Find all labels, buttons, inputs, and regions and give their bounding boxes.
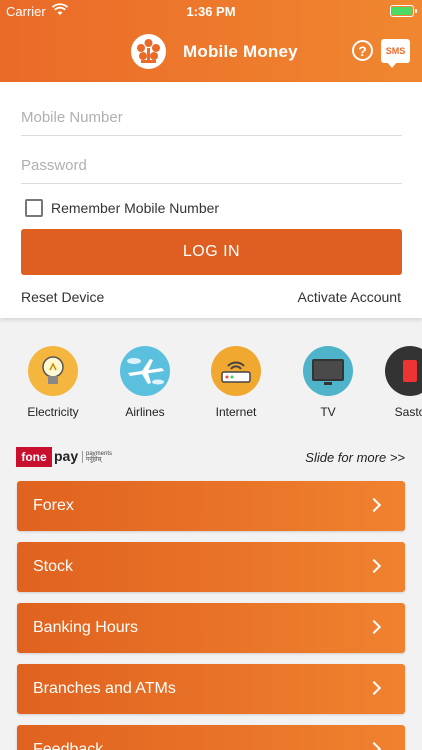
service-sasto[interactable]: Sasto [370, 346, 422, 419]
reset-device-link[interactable]: Reset Device [21, 289, 104, 305]
chevron-right-icon [366, 497, 382, 513]
lightbulb-icon [28, 346, 78, 396]
fonepay-brand-right: pay [54, 448, 79, 464]
menu-label: Feedback [33, 741, 104, 750]
menu-label: Branches and ATMs [33, 680, 176, 697]
fonepay-brand-left: fone [16, 447, 52, 467]
service-label: Sasto [394, 405, 422, 419]
service-label: Internet [215, 405, 257, 419]
battery-icon [390, 5, 417, 17]
menu-label: Banking Hours [33, 619, 138, 636]
slide-hint: Slide for more >> [305, 450, 405, 465]
service-internet[interactable]: Internet [196, 346, 276, 419]
service-tv[interactable]: TV [288, 346, 368, 419]
chevron-right-icon [366, 741, 382, 750]
router-icon [211, 346, 261, 396]
mobile-number-input[interactable] [21, 100, 402, 136]
menu-label: Stock [33, 558, 74, 575]
status-time: 1:36 PM [186, 4, 236, 19]
menu-label: Forex [33, 497, 74, 514]
remember-checkbox[interactable] [25, 199, 43, 217]
sasto-icon [385, 346, 422, 396]
service-label: TV [320, 405, 336, 419]
menu-item-forex[interactable]: Forex [17, 481, 405, 531]
service-label: Electricity [27, 405, 79, 419]
menu-item-stock[interactable]: Stock [17, 542, 405, 592]
login-button[interactable]: LOG IN [21, 229, 402, 275]
app-title: Mobile Money [183, 42, 298, 61]
menu-item-branches-atms[interactable]: Branches and ATMs [17, 664, 405, 714]
chevron-right-icon [366, 680, 382, 696]
activate-account-link[interactable]: Activate Account [297, 289, 401, 305]
menu-item-feedback[interactable]: Feedback [17, 725, 405, 750]
password-input[interactable] [21, 148, 402, 184]
chevron-right-icon [366, 558, 382, 574]
sms-icon[interactable]: SMS [381, 39, 410, 68]
bank-logo-icon [131, 34, 166, 69]
remember-label: Remember Mobile Number [51, 200, 220, 216]
login-card: Remember Mobile Number LOG IN Reset Devi… [0, 82, 422, 318]
airplane-icon [120, 346, 170, 396]
service-airlines[interactable]: Airlines [105, 346, 185, 419]
chevron-right-icon [366, 619, 382, 635]
service-label: Airlines [125, 405, 165, 419]
app-header: Carrier 1:36 PM Mobile Money ? SMS [0, 0, 422, 82]
fonepay-tagline: payments गर्नुहोस् [82, 451, 112, 463]
menu-item-banking-hours[interactable]: Banking Hours [17, 603, 405, 653]
service-electricity[interactable]: Electricity [13, 346, 93, 419]
services-carousel[interactable]: Electricity Airlines Internet TV Sast [0, 346, 422, 426]
tv-icon [303, 346, 353, 396]
status-bar: Carrier 1:36 PM [0, 0, 422, 22]
help-icon[interactable]: ? [352, 40, 373, 61]
